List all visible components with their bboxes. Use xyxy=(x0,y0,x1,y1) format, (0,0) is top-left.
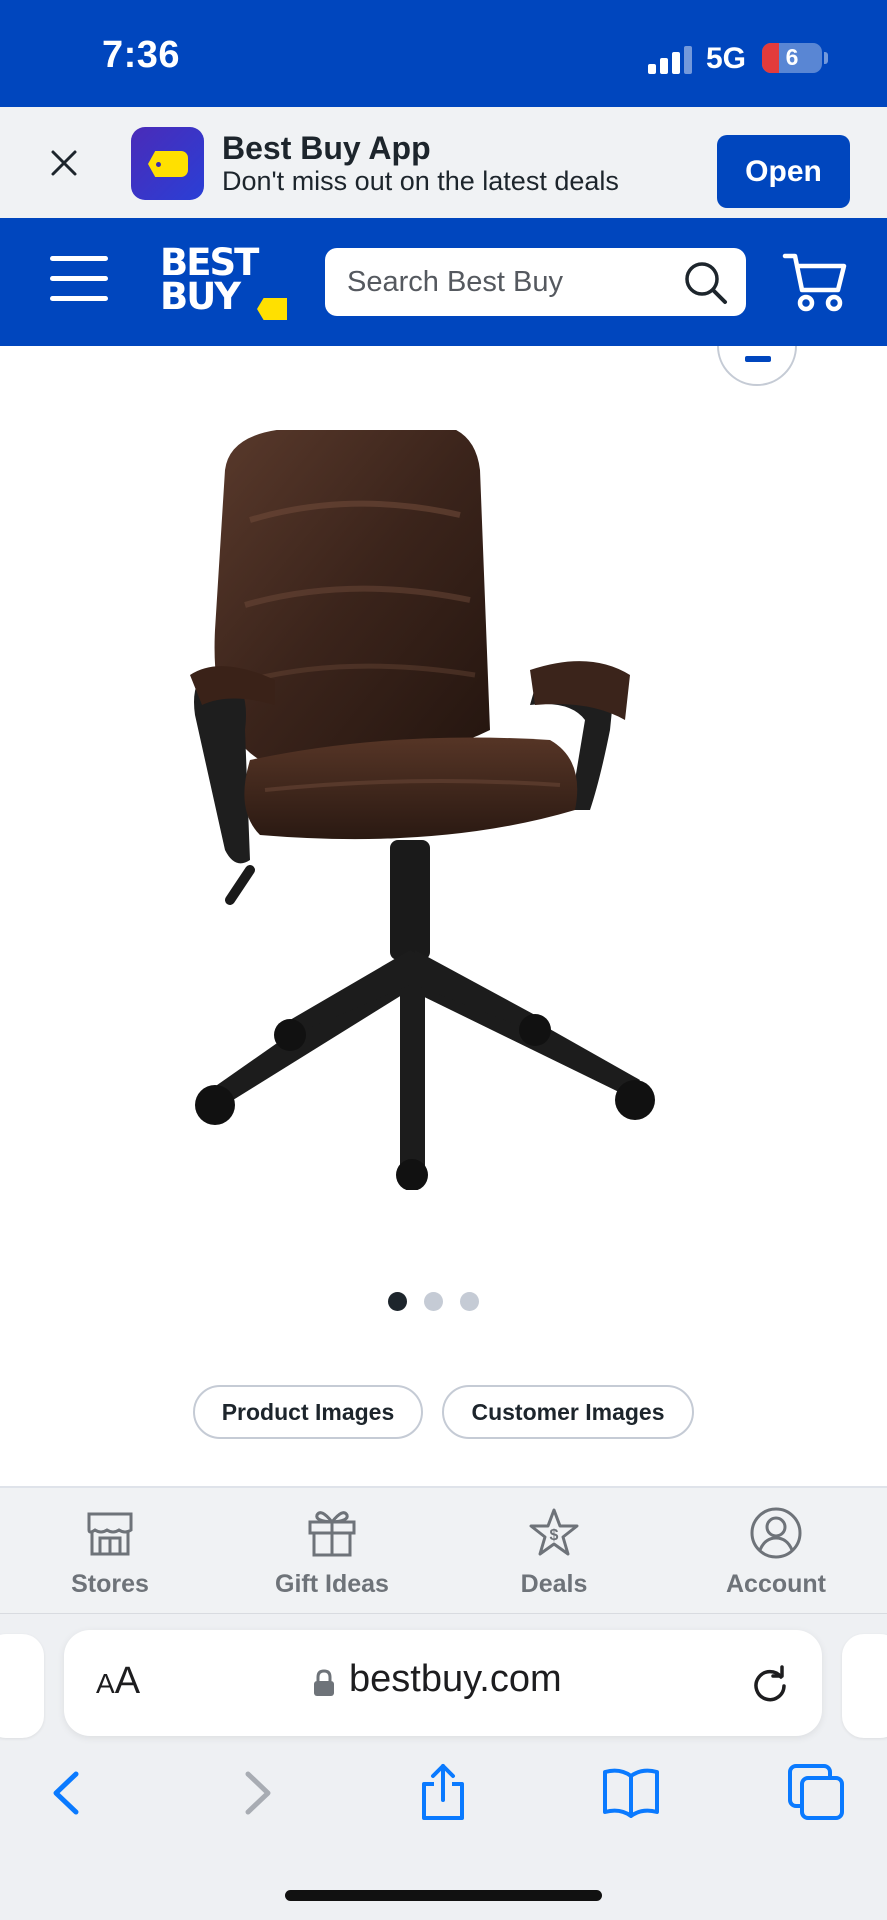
page-settings-button[interactable]: AA xyxy=(96,1660,140,1703)
nav-item-gift-ideas[interactable]: Gift Ideas xyxy=(242,1488,422,1615)
tabs-icon[interactable] xyxy=(786,1762,848,1824)
close-icon[interactable] xyxy=(44,143,84,183)
banner-subtitle: Don't miss out on the latest deals xyxy=(222,166,619,196)
account-icon xyxy=(750,1507,802,1559)
save-circle-button[interactable] xyxy=(717,346,797,386)
network-type: 5G xyxy=(706,42,747,75)
address-bar[interactable]: AA bestbuy.com xyxy=(64,1630,822,1736)
next-tab-preview[interactable] xyxy=(842,1634,887,1738)
cart-icon[interactable] xyxy=(782,250,848,314)
svg-text:$: $ xyxy=(550,1527,559,1544)
nav-item-deals[interactable]: $ Deals xyxy=(464,1488,644,1615)
search-box[interactable] xyxy=(325,248,746,316)
forward-icon[interactable] xyxy=(226,1762,288,1824)
store-icon xyxy=(87,1512,133,1556)
bookmarks-icon[interactable] xyxy=(600,1762,662,1824)
product-images-button[interactable]: Product Images xyxy=(193,1385,423,1439)
search-input[interactable] xyxy=(347,248,667,316)
banner-title: Best Buy App xyxy=(222,130,431,166)
product-image-carousel[interactable] xyxy=(0,346,887,1246)
site-header: BEST BUY xyxy=(0,218,887,346)
app-install-banner: Best Buy App Don't miss out on the lates… xyxy=(0,107,887,218)
hamburger-menu-icon[interactable] xyxy=(50,256,108,302)
nav-label: Gift Ideas xyxy=(275,1570,389,1598)
nav-label: Account xyxy=(726,1570,826,1598)
open-app-button[interactable]: Open xyxy=(717,135,850,208)
office-chair-image xyxy=(190,430,655,1190)
logo-text: BEST BUY xyxy=(160,241,259,318)
carousel-dot[interactable] xyxy=(460,1292,479,1311)
battery-level: 6 xyxy=(785,44,799,70)
carousel-dot[interactable] xyxy=(424,1292,443,1311)
page: 7:36 5G 6 Best Buy App Don't miss out on… xyxy=(0,0,887,1920)
battery-nub xyxy=(824,52,828,64)
best-buy-tag-icon xyxy=(131,127,204,200)
home-indicator xyxy=(285,1890,602,1901)
customer-images-button[interactable]: Customer Images xyxy=(442,1385,694,1439)
logo-tag-icon xyxy=(257,298,287,320)
search-icon[interactable] xyxy=(683,260,729,306)
previous-tab-preview[interactable] xyxy=(0,1634,44,1738)
back-icon[interactable] xyxy=(36,1762,98,1824)
battery-icon: 6 xyxy=(762,43,822,73)
reload-icon[interactable] xyxy=(750,1664,790,1704)
nav-item-account[interactable]: Account xyxy=(686,1488,866,1615)
nav-label: Deals xyxy=(520,1570,588,1598)
status-bar: 7:36 5G 6 xyxy=(0,0,887,107)
browser-toolbar-area: AA bestbuy.com xyxy=(0,1613,887,1920)
best-buy-logo[interactable]: BEST BUY xyxy=(160,241,290,326)
cellular-signal-icon xyxy=(648,46,692,74)
url-text[interactable]: bestbuy.com xyxy=(349,1658,562,1701)
lock-icon xyxy=(314,1669,334,1696)
carousel-dots xyxy=(0,1292,887,1312)
nav-item-stores[interactable]: Stores xyxy=(20,1488,200,1615)
deals-star-icon: $ xyxy=(529,1508,579,1556)
bottom-nav: Stores Gift Ideas $ Deals Account xyxy=(0,1486,887,1613)
share-icon[interactable] xyxy=(412,1762,474,1824)
status-time: 7:36 xyxy=(102,34,181,76)
nav-label: Stores xyxy=(71,1570,149,1598)
carousel-dot[interactable] xyxy=(388,1292,407,1311)
gift-icon xyxy=(308,1511,356,1557)
